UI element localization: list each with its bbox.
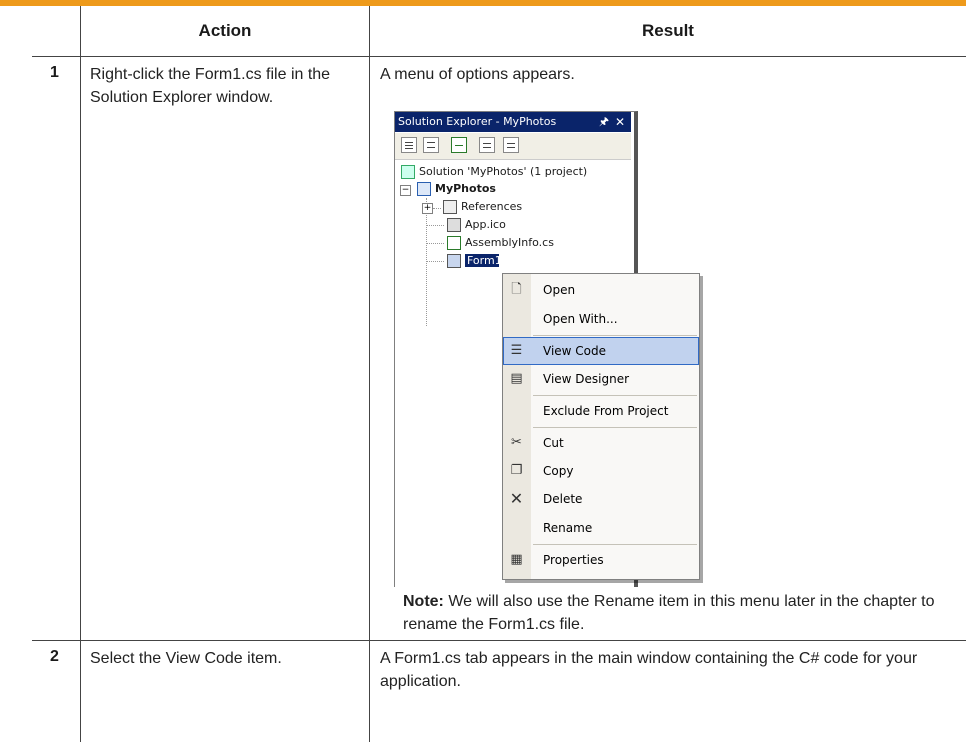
note-text: We will also use the Rename item in this… xyxy=(403,593,935,633)
solution-icon xyxy=(401,165,415,179)
column-header-action: Action xyxy=(198,21,252,40)
menu-item-copy[interactable]: ❐ Copy xyxy=(503,457,699,485)
step-result-text: A menu of options appears. xyxy=(380,66,575,83)
row-divider xyxy=(32,640,966,641)
tree-label: AssemblyInfo.cs xyxy=(465,236,554,249)
references-icon xyxy=(443,200,457,214)
show-all-files-icon[interactable] xyxy=(479,137,495,153)
step-action-text: Select the View Code item. xyxy=(90,650,282,667)
open-file-icon: 🗋︎ xyxy=(511,282,522,297)
cs-file-icon xyxy=(447,236,461,250)
view-code-icon[interactable] xyxy=(401,137,417,153)
menu-item-delete[interactable]: ✕ Delete xyxy=(503,485,699,513)
menu-item-exclude[interactable]: Exclude From Project xyxy=(503,397,699,425)
icon-file-icon xyxy=(447,218,461,232)
column-divider-step xyxy=(80,6,81,742)
menu-item-view-designer[interactable]: ▤ View Designer xyxy=(503,365,699,393)
tree-label: Solution 'MyPhotos' (1 project) xyxy=(419,165,588,178)
solution-explorer-toolbar xyxy=(395,133,631,160)
step-number: 1 xyxy=(50,64,59,81)
solution-explorer-title: Solution Explorer - MyPhotos xyxy=(398,115,557,128)
solution-explorer-titlebar: Solution Explorer - MyPhotos 🖈︎ ✕ xyxy=(395,112,631,132)
tree-item-project[interactable]: MyPhotos xyxy=(417,181,496,197)
close-icon[interactable]: ✕ xyxy=(615,112,625,132)
expand-icon[interactable]: + xyxy=(422,203,433,214)
header-divider xyxy=(32,56,966,57)
tree-item-app-ico[interactable]: App.ico xyxy=(447,217,506,233)
view-designer-icon[interactable] xyxy=(423,137,439,153)
tree-label: References xyxy=(461,200,523,213)
menu-item-rename[interactable]: Rename xyxy=(503,514,699,542)
column-header-result: Result xyxy=(642,21,694,40)
step-action-text: Right-click the Form1.cs file in the Sol… xyxy=(90,66,331,106)
refresh-icon[interactable] xyxy=(451,137,467,153)
menu-item-view-code[interactable]: ☰ View Code xyxy=(503,337,699,365)
form-file-icon xyxy=(447,254,461,268)
tree-label: App.ico xyxy=(465,218,506,231)
context-menu: 🗋︎ Open Open With... ☰ View Code ▤ View … xyxy=(502,273,700,580)
properties-icon: ▦ xyxy=(510,552,523,567)
view-code-icon: ☰ xyxy=(510,343,523,358)
step-number: 2 xyxy=(50,648,59,665)
tree-label-selected: Form1.cs xyxy=(465,254,499,267)
menu-item-open[interactable]: 🗋︎ Open xyxy=(503,276,699,304)
note-label: Note: xyxy=(403,593,444,610)
collapse-icon[interactable]: − xyxy=(400,185,411,196)
note-paragraph: Note: We will also use the Rename item i… xyxy=(403,590,943,636)
step-result-text: A Form1.cs tab appears in the main windo… xyxy=(380,650,918,690)
menu-item-cut[interactable]: ✂ Cut xyxy=(503,429,699,457)
column-divider-action xyxy=(369,6,370,742)
scissors-icon: ✂ xyxy=(511,435,522,450)
tree-label: MyPhotos xyxy=(435,182,496,195)
tree-item-solution[interactable]: Solution 'MyPhotos' (1 project) xyxy=(401,164,587,180)
menu-item-properties[interactable]: ▦ Properties xyxy=(503,546,699,574)
pin-icon[interactable]: 🖈︎ xyxy=(599,112,609,132)
tree-item-form1[interactable]: Form1.cs xyxy=(447,253,499,269)
tree-item-assemblyinfo[interactable]: AssemblyInfo.cs xyxy=(447,235,554,251)
delete-x-icon: ✕ xyxy=(509,489,524,508)
menu-item-open-with[interactable]: Open With... xyxy=(503,305,699,333)
properties-icon[interactable] xyxy=(503,137,519,153)
copy-icon: ❐ xyxy=(510,463,523,478)
project-icon xyxy=(417,182,431,196)
view-designer-icon: ▤ xyxy=(510,371,523,386)
tree-item-references[interactable]: References xyxy=(443,199,522,215)
